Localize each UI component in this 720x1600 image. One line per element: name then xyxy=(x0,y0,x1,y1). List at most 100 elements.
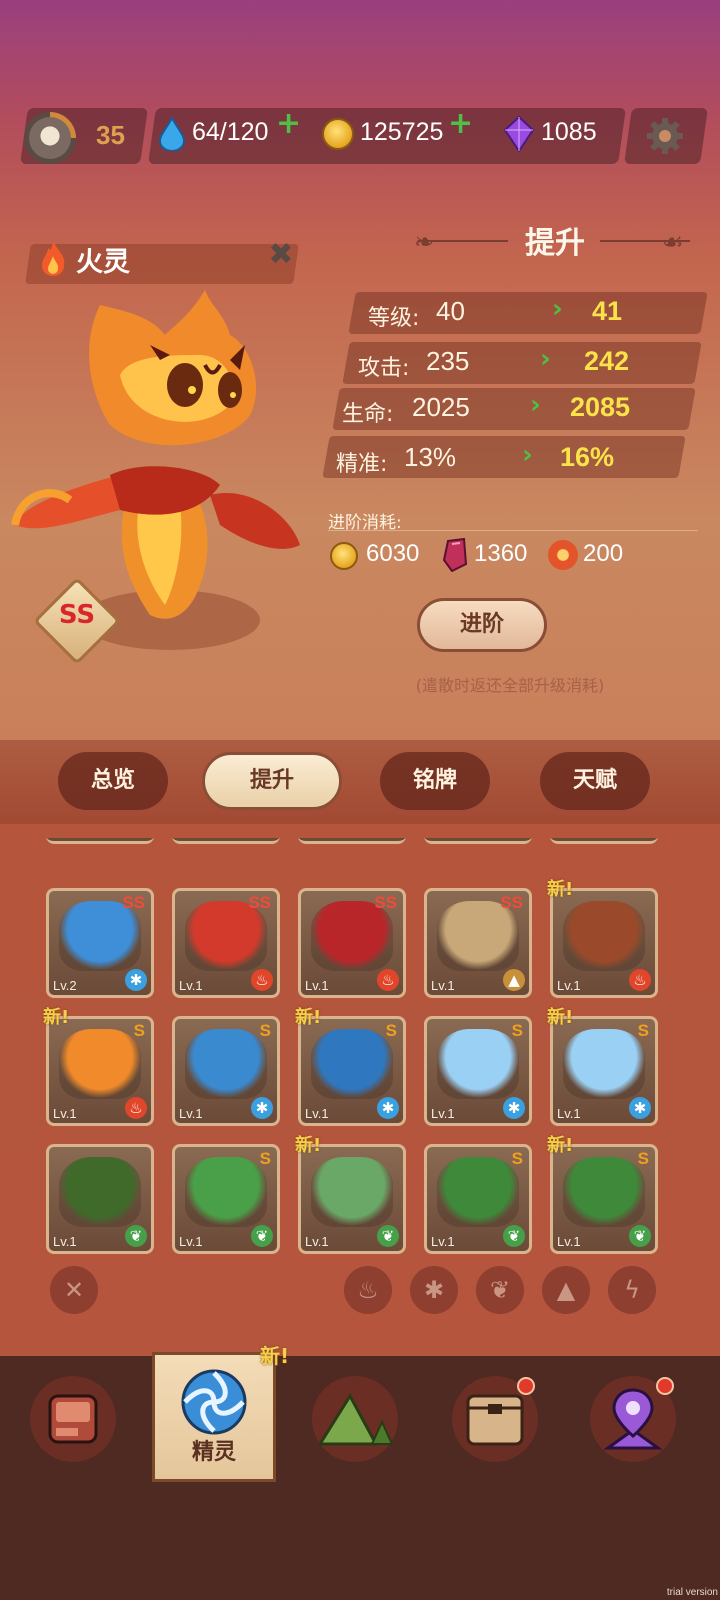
spirit-swirl-icon xyxy=(181,1369,247,1435)
mountain-icon xyxy=(317,1393,394,1446)
spirit-portrait xyxy=(59,1029,141,1099)
gem-value: 1085 xyxy=(541,118,597,146)
new-badge: 新! xyxy=(295,1135,322,1156)
leaf-filter-icon[interactable]: ❦ xyxy=(476,1266,524,1314)
arrow-right-icon: › xyxy=(540,344,551,374)
coin-icon xyxy=(322,118,354,150)
energy-value: 64/120 xyxy=(192,118,269,146)
monitor-icon xyxy=(48,1394,98,1444)
spirit-card[interactable]: SS Lv.1 ♨ xyxy=(298,888,406,998)
spirit-card[interactable]: S Lv.1 ❦ xyxy=(424,1144,532,1254)
stat-next: 2085 xyxy=(570,392,631,422)
grade-label: S xyxy=(637,1149,649,1168)
leaf-element-icon: ❦ xyxy=(251,1225,273,1247)
spirit-portrait xyxy=(311,1029,393,1099)
grade-label: S xyxy=(511,1021,523,1040)
close-icon[interactable]: ✖ xyxy=(266,240,296,270)
arrow-right-icon: › xyxy=(522,440,533,470)
spirit-portrait xyxy=(185,1157,267,1227)
spirit-card[interactable]: SS Lv.1 ♨ xyxy=(172,888,280,998)
spirit-card[interactable]: S Lv.1 ✱ 新! xyxy=(547,1007,658,1126)
orb-icon xyxy=(548,540,578,570)
player-avatar[interactable] xyxy=(22,112,94,164)
clear-filter-icon[interactable]: ✕ xyxy=(50,1266,98,1314)
stat-next: 41 xyxy=(592,296,623,326)
spirit-portrait xyxy=(59,1157,141,1227)
leaf-element-icon: ❦ xyxy=(503,1225,525,1247)
coin-icon xyxy=(330,542,358,570)
fire-filter-icon[interactable]: ♨ xyxy=(344,1266,392,1314)
new-badge: 新! xyxy=(43,1007,70,1028)
grade-label: S xyxy=(133,1021,145,1040)
tab-upgrade[interactable]: 提升 xyxy=(202,752,342,810)
advance-button[interactable]: 进阶 xyxy=(417,598,547,652)
level-label: Lv.1 xyxy=(557,1234,581,1249)
fire-element-icon: ♨ xyxy=(251,969,273,991)
earth-element-icon: ▲ xyxy=(503,969,525,991)
spirit-card-partial[interactable] xyxy=(46,838,154,844)
spirit-card[interactable]: S Lv.1 ❦ 新! xyxy=(547,1135,658,1254)
nav-spirits-label: 精灵 xyxy=(191,1440,236,1465)
level-label: Lv.1 xyxy=(305,1234,329,1249)
upgrade-title: 提升 xyxy=(525,226,585,261)
level-label: Lv.1 xyxy=(179,1234,203,1249)
lightning-filter-icon[interactable]: ϟ xyxy=(608,1266,656,1314)
stat-current: 235 xyxy=(426,346,470,376)
stat-label: 等级: xyxy=(368,306,420,331)
nav-map[interactable] xyxy=(312,1376,398,1462)
spirit-card[interactable]: S Lv.1 ✱ 新! xyxy=(295,1007,406,1126)
new-badge: 新! xyxy=(295,1007,322,1028)
spirit-card[interactable]: S Lv.1 ❦ xyxy=(172,1144,280,1254)
cost-coins: 6030 xyxy=(366,540,420,567)
spirit-card-partial[interactable] xyxy=(550,838,658,844)
stat-label: 精准: xyxy=(336,452,388,477)
spirit-card[interactable]: SS Lv.1 ▲ xyxy=(424,888,532,998)
spirit-card[interactable]: Lv.1 ❦ 新! xyxy=(295,1135,406,1254)
nav-main[interactable] xyxy=(30,1376,116,1462)
spirit-card-partial[interactable] xyxy=(424,838,532,844)
player-level: 35 xyxy=(96,120,125,150)
coin-value: 125725 xyxy=(360,118,444,146)
spirit-card[interactable]: Lv.1 ❦ xyxy=(46,1144,154,1254)
cost-divider xyxy=(328,530,698,531)
grade-label: S xyxy=(259,1021,271,1040)
settings-gear-icon[interactable] xyxy=(645,116,685,156)
add-coins-button[interactable]: + xyxy=(448,106,473,141)
grade-label: SS xyxy=(500,893,523,912)
stat-label: 攻击: xyxy=(358,356,410,381)
add-energy-button[interactable]: + xyxy=(276,106,301,141)
spirit-card[interactable]: Lv.1 ♨ 新! xyxy=(547,879,658,998)
grade-label: S xyxy=(259,1149,271,1168)
level-label: Lv.1 xyxy=(557,978,581,993)
spirit-portrait xyxy=(563,901,645,971)
fire-element-icon: ♨ xyxy=(629,969,651,991)
energy-drop-icon xyxy=(158,117,186,151)
stat-current: 2025 xyxy=(412,392,470,422)
spirit-card[interactable]: S Lv.1 ✱ xyxy=(424,1016,532,1126)
gem-icon xyxy=(503,116,535,152)
spirit-card[interactable]: SS Lv.2 ✱ xyxy=(46,888,154,998)
tab-nameplate[interactable]: 铭牌 xyxy=(380,752,490,810)
spirit-card[interactable]: S Lv.1 ✱ xyxy=(172,1016,280,1126)
level-label: Lv.1 xyxy=(305,1106,329,1121)
level-label: Lv.1 xyxy=(53,1106,77,1121)
level-label: Lv.1 xyxy=(431,1106,455,1121)
ice-filter-icon[interactable]: ✱ xyxy=(410,1266,458,1314)
grade-label: S xyxy=(637,1021,649,1040)
crystal-icon xyxy=(442,538,468,572)
spirit-card[interactable]: S Lv.1 ♨ 新! xyxy=(43,1007,154,1126)
leaf-element-icon: ❦ xyxy=(125,1225,147,1247)
grade-label: SS xyxy=(122,893,145,912)
fire-element-icon: ♨ xyxy=(125,1097,147,1119)
earth-filter-icon[interactable]: ▲ xyxy=(542,1266,590,1314)
level-label: Lv.1 xyxy=(179,1106,203,1121)
ice-element-icon: ✱ xyxy=(125,969,147,991)
spirit-name: 火灵 xyxy=(76,247,130,278)
level-label: Lv.1 xyxy=(557,1106,581,1121)
tab-overview[interactable]: 总览 xyxy=(58,752,168,810)
notification-dot xyxy=(656,1377,674,1395)
tab-talent[interactable]: 天赋 xyxy=(540,752,650,810)
spirit-card-partial[interactable] xyxy=(298,838,406,844)
spirit-card-partial[interactable] xyxy=(172,838,280,844)
spirit-portrait xyxy=(563,1157,645,1227)
